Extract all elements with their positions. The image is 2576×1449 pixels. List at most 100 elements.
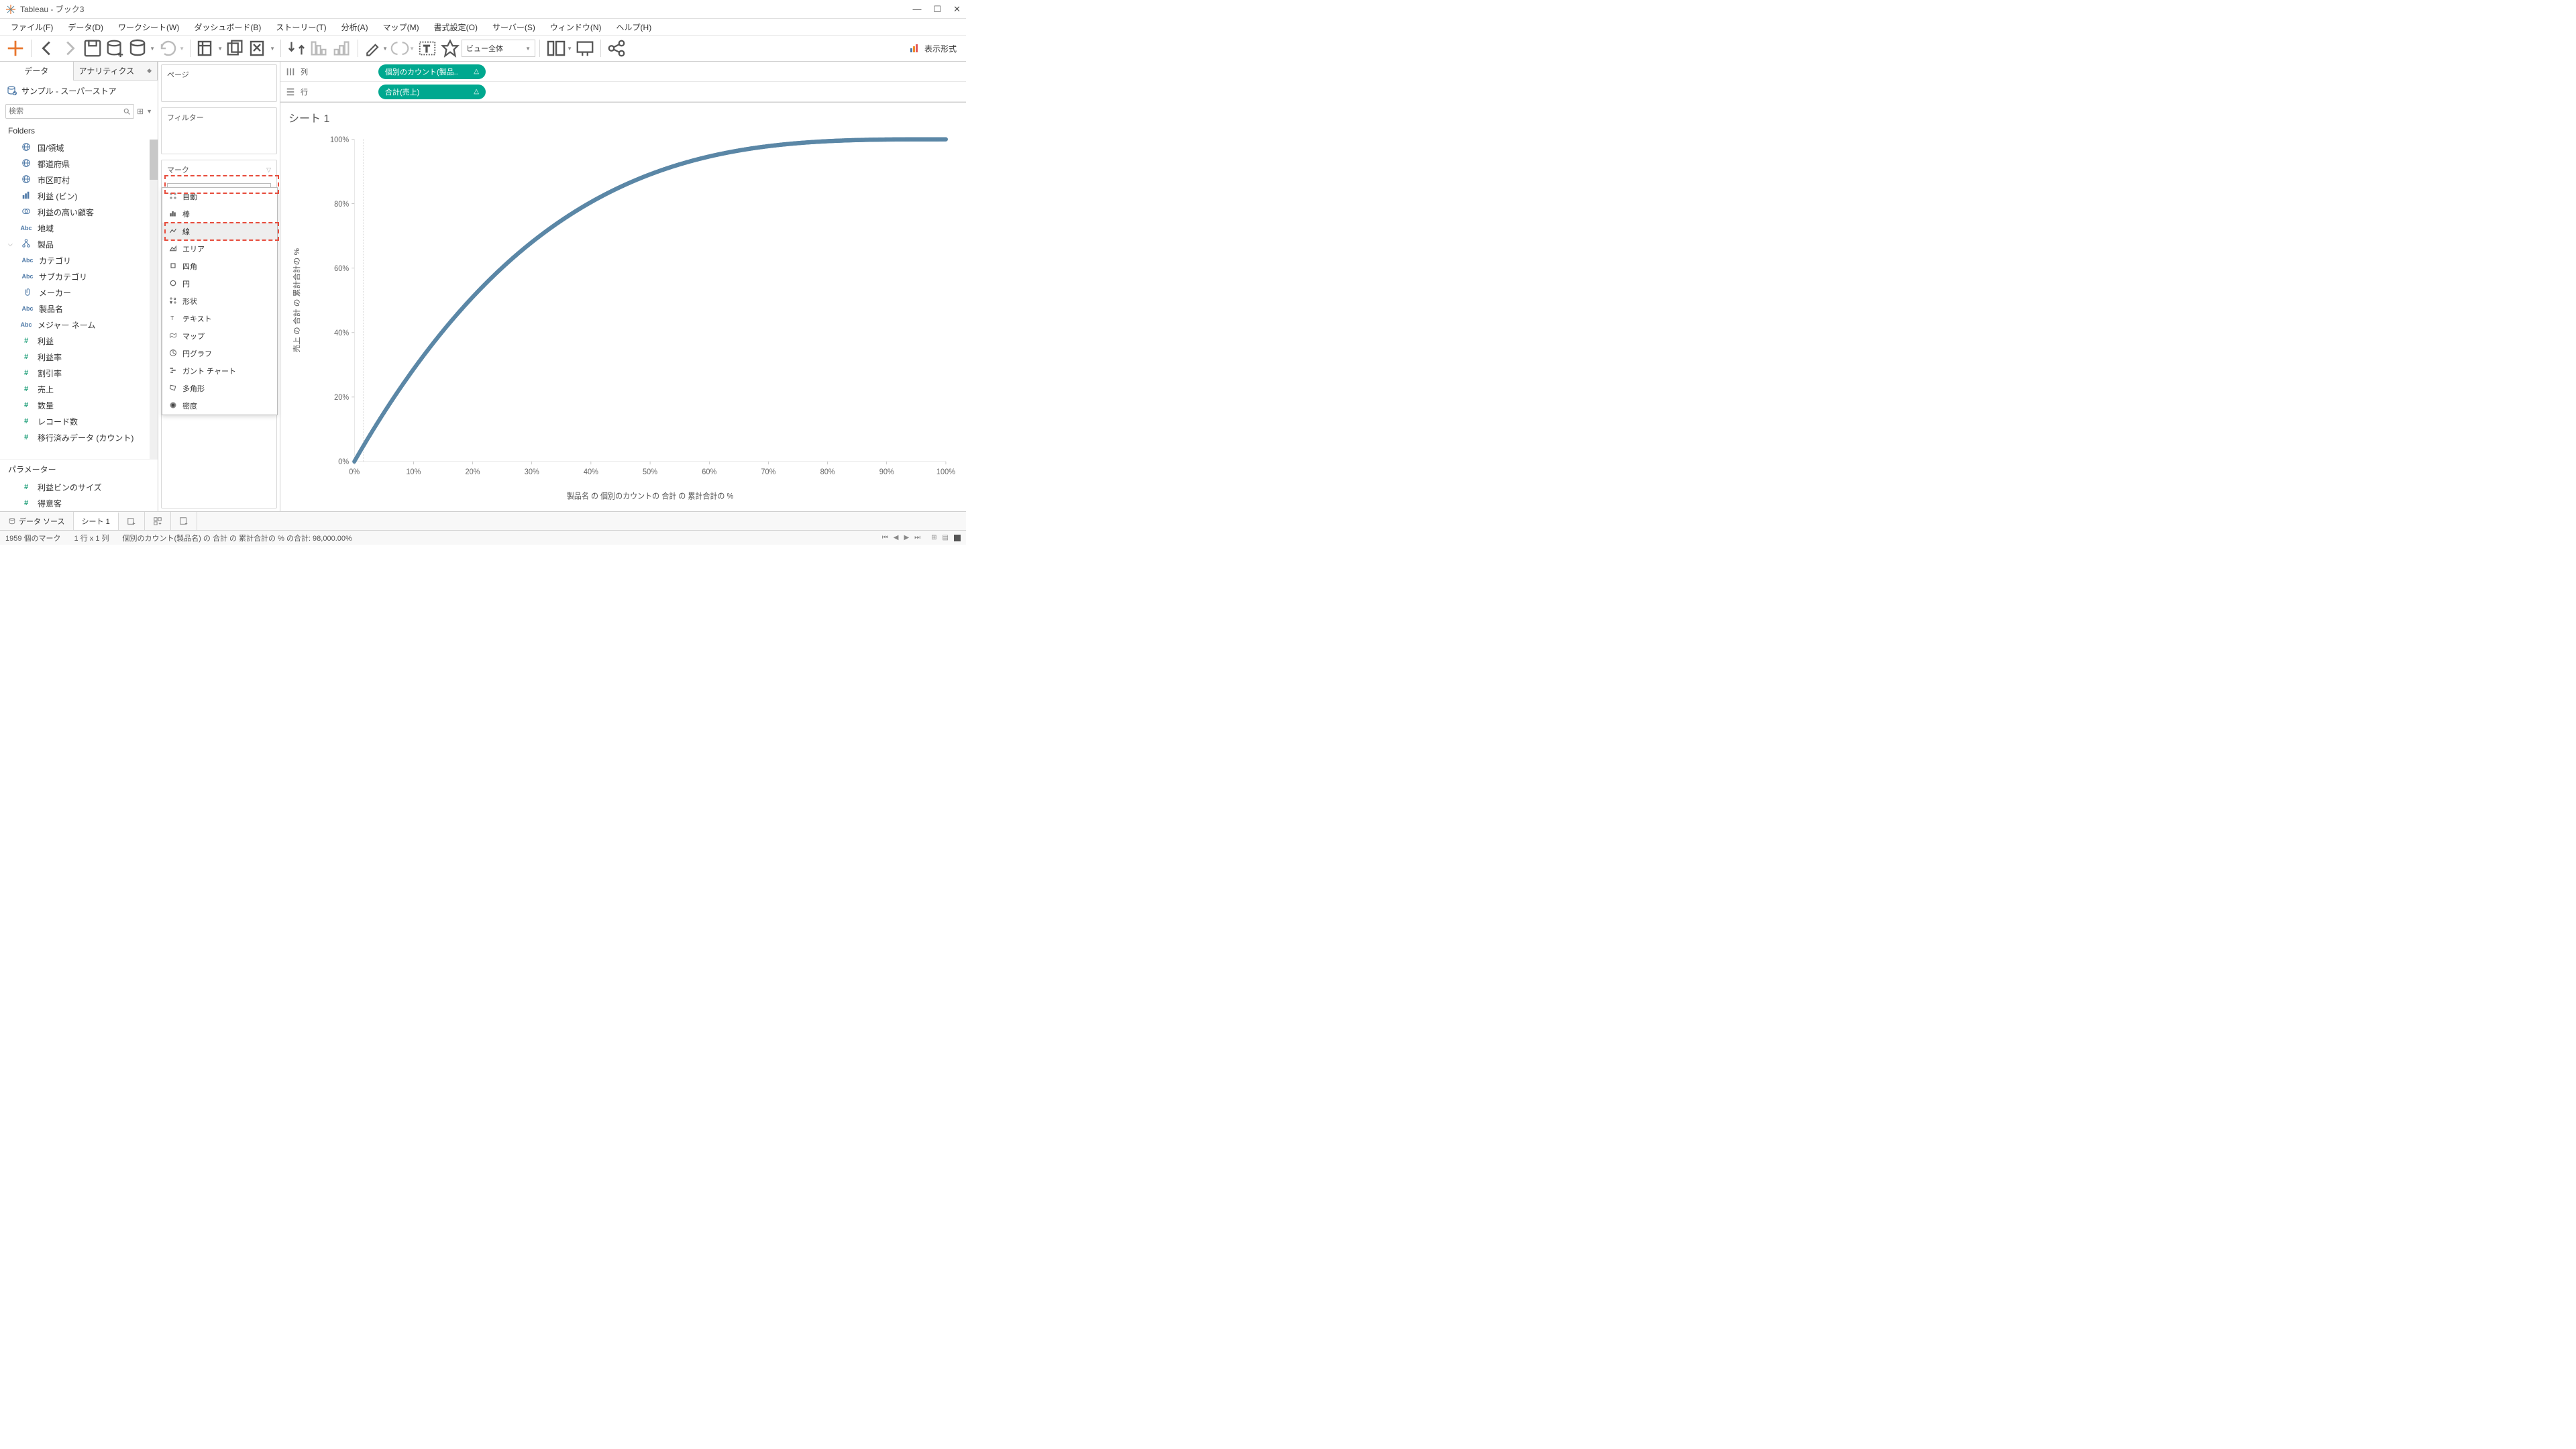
back-button[interactable] bbox=[37, 38, 57, 58]
new-story-tab[interactable] bbox=[171, 512, 197, 530]
view-list-icon[interactable]: ⊞ bbox=[137, 107, 144, 116]
datasource-item[interactable]: サンプル - スーパーストア bbox=[0, 80, 158, 101]
svg-text:60%: 60% bbox=[334, 265, 349, 273]
menu-server[interactable]: サーバー(S) bbox=[486, 20, 542, 34]
mark-option-label: 円 bbox=[182, 278, 190, 289]
share-button[interactable] bbox=[606, 38, 627, 58]
field-item[interactable]: 国/領域 bbox=[0, 140, 158, 156]
refresh-button[interactable]: ▼ bbox=[158, 38, 184, 58]
show-me-label: 表示形式 bbox=[924, 43, 957, 54]
field-item[interactable]: 利益の高い顧客 bbox=[0, 204, 158, 220]
new-datasource-button[interactable] bbox=[105, 38, 125, 58]
forward-button[interactable] bbox=[60, 38, 80, 58]
field-item[interactable]: Abcメジャー ネーム bbox=[0, 317, 158, 333]
field-item[interactable]: #売上 bbox=[0, 381, 158, 397]
mark-option[interactable]: 棒 bbox=[162, 205, 277, 223]
tab-datasource[interactable]: データ ソース bbox=[0, 512, 74, 530]
rows-shelf[interactable]: 行 合計(売上) △ bbox=[280, 82, 966, 102]
sort-asc-button[interactable] bbox=[309, 38, 329, 58]
show-cards-button[interactable]: ▼ bbox=[545, 38, 572, 58]
folders-header: Folders bbox=[0, 122, 158, 140]
chart[interactable]: 0%20%40%60%80%100%0%10%20%30%40%50%60%70… bbox=[287, 132, 959, 504]
new-worksheet-button[interactable]: ▼ bbox=[196, 38, 223, 58]
mark-option[interactable]: 密度 bbox=[162, 397, 277, 415]
field-item[interactable]: #利益 bbox=[0, 333, 158, 349]
new-worksheet-tab[interactable] bbox=[119, 512, 145, 530]
columns-pill[interactable]: 個別のカウント(製品.. △ bbox=[378, 64, 486, 79]
field-item[interactable]: メーカー bbox=[0, 284, 158, 301]
svg-text:90%: 90% bbox=[879, 468, 894, 476]
autoupdate-button[interactable]: ▼ bbox=[128, 38, 155, 58]
close-button[interactable]: ✕ bbox=[953, 4, 961, 15]
field-item[interactable]: #移行済みデータ (カウント) bbox=[0, 429, 158, 445]
mark-option[interactable]: 四角 bbox=[162, 258, 277, 275]
field-item[interactable]: Abcカテゴリ bbox=[0, 252, 158, 268]
duplicate-button[interactable] bbox=[225, 38, 246, 58]
field-item[interactable]: #レコード数 bbox=[0, 413, 158, 429]
mark-option[interactable]: 形状 bbox=[162, 292, 277, 310]
save-button[interactable] bbox=[83, 38, 103, 58]
menu-data[interactable]: データ(D) bbox=[61, 20, 110, 34]
fields-scrollbar[interactable] bbox=[150, 140, 158, 459]
nav-controls[interactable]: ⏮◀▶⏭ ⊞▤ bbox=[882, 534, 961, 541]
mark-option[interactable]: Tテキスト bbox=[162, 310, 277, 327]
search-input[interactable] bbox=[5, 104, 134, 119]
view-fit-select[interactable]: ビュー全体 ▼ bbox=[462, 40, 535, 57]
rows-pill[interactable]: 合計(売上) △ bbox=[378, 85, 486, 99]
mark-option[interactable]: 線 bbox=[162, 223, 277, 240]
mark-option[interactable]: エリア bbox=[162, 240, 277, 258]
swap-button[interactable] bbox=[286, 38, 307, 58]
field-item[interactable]: #割引率 bbox=[0, 365, 158, 381]
field-item[interactable]: Abc製品名 bbox=[0, 301, 158, 317]
menu-help[interactable]: ヘルプ(H) bbox=[610, 20, 659, 34]
field-item[interactable]: #数量 bbox=[0, 397, 158, 413]
filter-dropdown-icon[interactable]: ▼ bbox=[146, 108, 152, 115]
tab-analytics[interactable]: アナリティクス ◆ bbox=[74, 62, 158, 80]
mark-option[interactable]: マップ bbox=[162, 327, 277, 345]
sort-desc-button[interactable] bbox=[332, 38, 352, 58]
pin-button[interactable] bbox=[440, 38, 460, 58]
sheet-title[interactable]: シート 1 bbox=[280, 103, 966, 132]
show-me-button[interactable]: 表示形式 bbox=[910, 43, 962, 54]
label-button[interactable]: T bbox=[417, 38, 437, 58]
filters-card[interactable]: フィルター bbox=[161, 107, 277, 154]
mark-option[interactable]: 多角形 bbox=[162, 380, 277, 397]
field-item[interactable]: 市区町村 bbox=[0, 172, 158, 188]
tab-data[interactable]: データ bbox=[0, 62, 74, 80]
field-type-icon bbox=[20, 142, 32, 154]
field-label: メジャー ネーム bbox=[38, 319, 95, 331]
columns-shelf[interactable]: 列 個別のカウント(製品.. △ bbox=[280, 62, 966, 82]
field-item[interactable]: 都道府県 bbox=[0, 156, 158, 172]
param-item[interactable]: #得意客 bbox=[0, 495, 158, 511]
param-item[interactable]: #利益ビンのサイズ bbox=[0, 479, 158, 495]
menu-map[interactable]: マップ(M) bbox=[376, 20, 426, 34]
clear-button[interactable]: ▼ bbox=[248, 38, 275, 58]
field-type-icon: Abc bbox=[21, 257, 34, 264]
field-item[interactable]: #利益率 bbox=[0, 349, 158, 365]
presentation-button[interactable] bbox=[575, 38, 595, 58]
tab-sheet1[interactable]: シート 1 bbox=[74, 512, 119, 530]
field-item[interactable]: Abc地域 bbox=[0, 220, 158, 236]
menu-worksheet[interactable]: ワークシート(W) bbox=[111, 20, 186, 34]
mark-option[interactable]: 円グラフ bbox=[162, 345, 277, 362]
menu-analysis[interactable]: 分析(A) bbox=[335, 20, 375, 34]
field-item[interactable]: ⌵製品 bbox=[0, 236, 158, 252]
pages-card[interactable]: ページ bbox=[161, 64, 277, 102]
mark-option[interactable]: 自動 bbox=[162, 188, 277, 205]
menu-window[interactable]: ウィンドウ(N) bbox=[543, 20, 608, 34]
tableau-icon[interactable] bbox=[5, 38, 25, 58]
highlight-button[interactable]: ▼ bbox=[364, 38, 388, 58]
menu-file[interactable]: ファイル(F) bbox=[4, 20, 60, 34]
menu-story[interactable]: ストーリー(T) bbox=[269, 20, 333, 34]
menu-format[interactable]: 書式設定(O) bbox=[427, 20, 484, 34]
minimize-button[interactable]: — bbox=[912, 4, 921, 15]
menu-dashboard[interactable]: ダッシュボード(B) bbox=[187, 20, 268, 34]
datasource-name: サンプル - スーパーストア bbox=[21, 85, 117, 97]
mark-option[interactable]: ガント チャート bbox=[162, 362, 277, 380]
mark-option[interactable]: 円 bbox=[162, 275, 277, 292]
maximize-button[interactable]: ☐ bbox=[933, 4, 941, 15]
group-button[interactable]: ▼ bbox=[390, 38, 415, 58]
field-item[interactable]: Abcサブカテゴリ bbox=[0, 268, 158, 284]
new-dashboard-tab[interactable] bbox=[145, 512, 171, 530]
field-item[interactable]: 利益 (ビン) bbox=[0, 188, 158, 204]
